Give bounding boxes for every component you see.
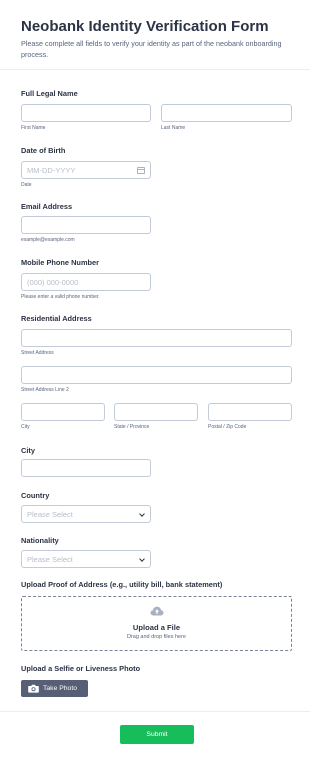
chevron-down-icon	[139, 511, 145, 517]
nationality-select[interactable]: Please Select	[21, 550, 151, 568]
upload-title: Upload a File	[132, 623, 181, 632]
form-header: Neobank Identity Verification Form Pleas…	[0, 0, 310, 70]
nationality-selected-value: Please Select	[27, 555, 73, 564]
form-title: Neobank Identity Verification Form	[21, 18, 269, 35]
first-name-sublabel: First Name	[21, 125, 46, 131]
country-label: Country	[21, 491, 50, 500]
camera-icon	[28, 684, 39, 693]
address-city-input[interactable]	[21, 403, 105, 421]
phone-label: Mobile Phone Number	[21, 258, 100, 267]
postal-code-input[interactable]	[208, 403, 292, 421]
address-city-sublabel: City	[21, 424, 30, 430]
take-photo-button[interactable]: Take Photo	[21, 680, 88, 697]
email-input[interactable]	[21, 216, 151, 234]
city-label: City	[21, 446, 35, 455]
calendar-icon[interactable]	[137, 167, 145, 174]
first-name-input[interactable]	[21, 104, 151, 122]
address-label: Residential Address	[21, 314, 92, 323]
country-selected-value: Please Select	[27, 510, 73, 519]
email-label: Email Address	[21, 202, 73, 211]
phone-input[interactable]: (000) 000-0000	[21, 273, 151, 291]
form-subtitle: Please complete all fields to verify you…	[21, 39, 282, 59]
take-photo-label: Take Photo	[43, 685, 78, 692]
last-name-sublabel: Last Name	[161, 125, 186, 131]
phone-sublabel: Please enter a valid phone number.	[21, 294, 100, 300]
submit-button[interactable]: Submit	[120, 725, 194, 744]
full-name-label: Full Legal Name	[21, 89, 78, 98]
phone-placeholder: (000) 000-0000	[27, 278, 79, 287]
street-address-input[interactable]	[21, 329, 292, 347]
postal-code-sublabel: Postal / Zip Code	[208, 424, 247, 430]
state-province-input[interactable]	[114, 403, 198, 421]
selfie-label: Upload a Selfie or Liveness Photo	[21, 664, 141, 673]
file-upload-dropzone[interactable]: Upload a File Drag and drop files here	[21, 596, 292, 651]
last-name-input[interactable]	[161, 104, 292, 122]
country-select[interactable]: Please Select	[21, 505, 151, 523]
street-address-line2-input[interactable]	[21, 366, 292, 384]
state-province-sublabel: State / Province	[114, 424, 150, 430]
footer-divider	[0, 711, 310, 712]
dob-label: Date of Birth	[21, 146, 66, 155]
email-sublabel: example@example.com	[21, 237, 75, 243]
street-address-sublabel: Street Address	[21, 350, 54, 356]
street-address-line2-sublabel: Street Address Line 2	[21, 387, 69, 393]
dob-input[interactable]: MM-DD-YYYY	[21, 161, 151, 179]
dob-placeholder: MM-DD-YYYY	[27, 166, 76, 175]
dob-sublabel: Date	[21, 182, 32, 188]
cloud-upload-icon	[150, 606, 164, 616]
chevron-down-icon	[139, 556, 145, 562]
city-input[interactable]	[21, 459, 151, 477]
nationality-label: Nationality	[21, 536, 59, 545]
proof-label: Upload Proof of Address (e.g., utility b…	[21, 580, 223, 589]
upload-subtitle: Drag and drop files here	[126, 634, 186, 640]
